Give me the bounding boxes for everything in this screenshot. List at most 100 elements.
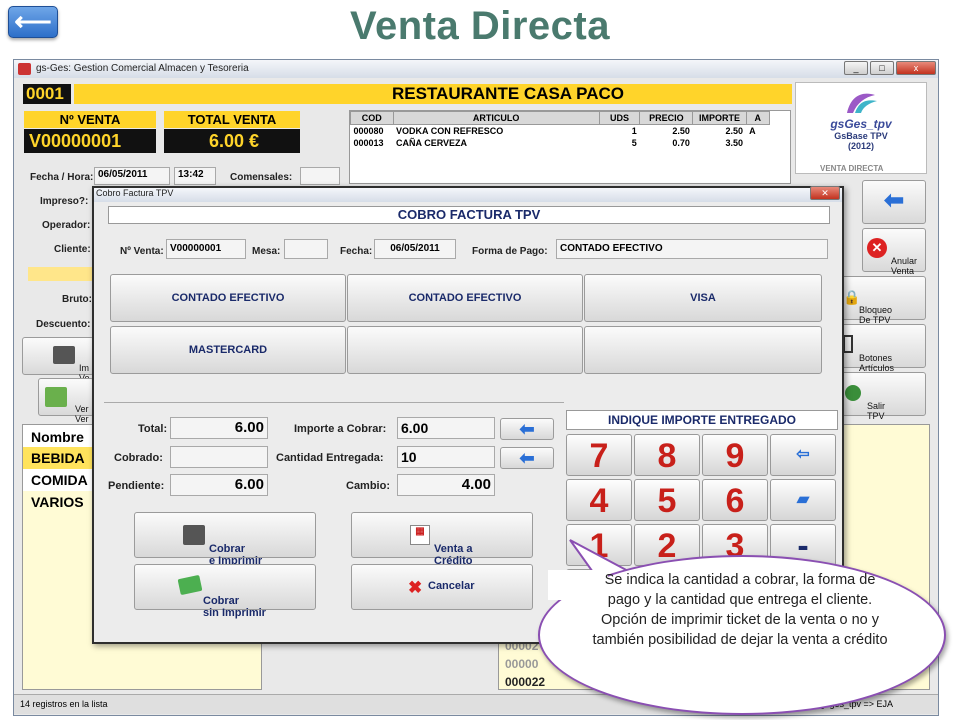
venta-credito-button[interactable]: ▦ Venta a Crédito [351,512,533,567]
logo-line1: GsBase TPV [834,131,888,141]
logo-line2: (2012) [847,141,874,151]
time-field[interactable]: 13:42 [174,167,216,185]
minimize-button[interactable]: _ [844,61,868,75]
key-6[interactable]: 6 [702,479,768,521]
cell-precio: 2.50 [672,126,690,136]
key-9[interactable]: 9 [702,434,768,476]
pay-method-button[interactable] [347,326,583,374]
window-title: gs-Ges: Gestion Comercial Almacen y Teso… [14,60,938,78]
lock-icon: 🔒 [843,289,861,305]
cash-icon [177,574,203,596]
app-icon [18,63,31,75]
sale-number-label: Nº VENTA [24,111,156,128]
bloqueo-tpv-label: Bloqueo De TPV [859,305,893,325]
col-articulo: ARTICULO [392,111,600,125]
clear-key[interactable]: ▰ [770,479,836,521]
arrow-left-icon: ⬅ [519,419,535,439]
cell-articulo: CAÑA CERVEZA [396,138,468,148]
date-field[interactable]: 06/05/2011 [94,167,170,185]
total-label: Total: [138,423,168,435]
sale-number-value: V00000001 [24,129,156,153]
sale-total-value: 6.00 € [164,129,300,153]
descuento-label: Descuento: [36,319,91,330]
records-count: 14 registros en la lista [20,699,108,709]
key-7[interactable]: 7 [566,434,632,476]
table-row[interactable]: 000080 VODKA CON REFRESCO 1 2.50 2.50 A [351,125,770,138]
pendiente-field[interactable]: 6.00 [170,474,268,496]
cell-cod: 000013 [353,138,384,148]
cancelar-label: Cancelar [428,580,475,592]
dialog-close-button[interactable]: ✕ [810,186,840,200]
close-button[interactable]: x [896,61,936,75]
date-label: Fecha / Hora: [30,172,94,183]
salir-tpv-button[interactable]: Salir TPV [834,372,926,421]
cobrado-field[interactable] [170,446,268,468]
divider [104,402,564,403]
pendiente-label: Pendiente: [108,480,165,492]
key-8[interactable]: 8 [634,434,700,476]
pay-method-button[interactable]: VISA [584,274,822,322]
cobrar-sin-imprimir-button[interactable]: Cobrar sin Imprimir [134,564,316,619]
printer-icon [53,346,75,364]
total-field[interactable]: 6.00 [170,417,268,439]
imprimir-venta-button[interactable]: Im Ve [22,337,94,383]
terminal-code: 0001 [23,84,71,104]
list-icon [45,387,67,407]
key-5[interactable]: 5 [634,479,700,521]
operador-label: Operador: [42,220,91,231]
anular-venta-label: Anular Venta [891,256,918,276]
bloqueo-tpv-button[interactable]: 🔒 Bloqueo De TPV [834,276,926,325]
cell-articulo: VODKA CON REFRESCO [396,126,504,136]
sale-lines-table: COD ARTICULO UDS PRECIO IMPORTE A 000080… [349,110,791,184]
ver-ventas-button[interactable]: Ver Ver [38,378,94,424]
cell-uds: 1 [631,126,637,136]
apply-importe-button[interactable]: ⬅ [500,418,554,440]
pay-method-button[interactable]: MASTERCARD [110,326,346,374]
botones-articulos-button[interactable]: Botones Artículos [834,324,926,373]
restaurant-name: RESTAURANTE CASA PACO [74,84,792,104]
importe-cobrar-field[interactable]: 6.00 [397,417,495,439]
cambio-field[interactable]: 4.00 [397,474,495,496]
forma-pago-label: Forma de Pago: [472,246,548,257]
fecha-label: Fecha: [340,246,373,257]
maximize-button[interactable]: □ [870,61,894,75]
printer-icon [183,525,205,545]
cobrado-label: Cobrado: [114,452,163,464]
key-4[interactable]: 4 [566,479,632,521]
comensales-field[interactable] [300,167,340,185]
cell-importe: 2.50 [725,126,744,136]
cell-cod: 000080 [353,126,384,136]
col-uds: UDS [598,111,641,125]
num-venta-field[interactable]: V00000001 [166,239,246,259]
cobrar-imprimir-button[interactable]: Cobrar e Imprimir [134,512,316,567]
bruto-label: Bruto: [62,294,92,305]
sale-total-label: TOTAL VENTA [164,111,300,128]
pay-method-button[interactable] [584,326,822,374]
logo-icon [841,89,881,117]
back-arrow-button[interactable]: ⬅ [862,180,926,224]
cambio-label: Cambio: [346,480,390,492]
eraser-icon: ▰ [796,491,810,508]
botones-articulos-label: Botones Artículos [859,353,895,373]
table-row[interactable]: 000013 CAÑA CERVEZA 5 0.70 3.50 [351,137,770,149]
dialog-heading: COBRO FACTURA TPV [108,206,830,224]
salir-tpv-label: Salir TPV [867,401,886,421]
col-cod: COD [350,111,394,125]
num-venta-label: Nº Venta: [120,246,164,257]
cantidad-entregada-field[interactable]: 10 [397,446,495,468]
backspace-key[interactable]: ⇦ [770,434,836,476]
forma-pago-field[interactable]: CONTADO EFECTIVO [556,239,828,259]
importe-cobrar-label: Importe a Cobrar: [294,423,387,435]
anular-venta-button[interactable]: ✕ Anular Venta [862,228,926,276]
impreso-label: Impreso?: [40,196,89,207]
mesa-field[interactable] [284,239,328,259]
mesa-label: Mesa: [252,246,281,257]
cancelar-button[interactable]: ✖ Cancelar [351,564,533,610]
list-item: 000022 [505,675,546,689]
close-icon: ✖ [408,578,423,597]
pay-method-button[interactable]: CONTADO EFECTIVO [347,274,583,322]
client-bar [28,267,98,281]
pay-method-button[interactable]: CONTADO EFECTIVO [110,274,346,322]
fecha-field[interactable]: 06/05/2011 [374,239,456,259]
apply-entregada-button[interactable]: ⬅ [500,447,554,469]
